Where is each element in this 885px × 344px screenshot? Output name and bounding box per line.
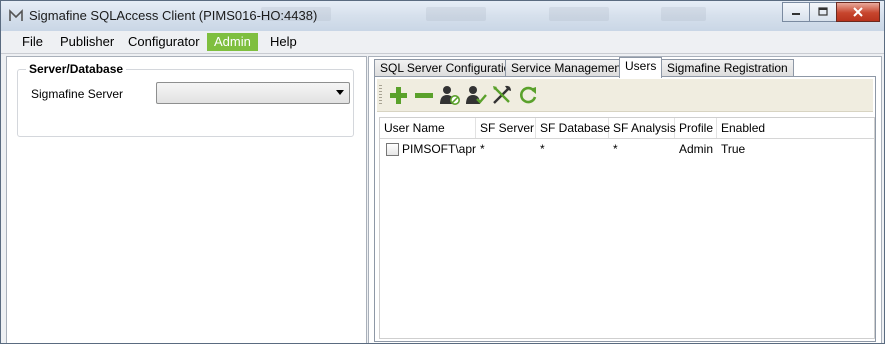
tab-users[interactable]: Users [619, 57, 663, 78]
background-ghost [426, 7, 486, 21]
chevron-down-icon[interactable] [336, 90, 344, 95]
add-user-button[interactable] [387, 84, 409, 106]
users-toolbar [377, 79, 873, 112]
close-button[interactable] [836, 2, 880, 22]
maximize-icon [818, 7, 828, 16]
tools-button[interactable] [491, 84, 513, 106]
cell-enabled: True [721, 142, 746, 156]
minimize-button[interactable] [782, 2, 810, 22]
disable-user-button[interactable] [439, 84, 461, 106]
menu-configurator[interactable]: Configurator [121, 33, 207, 51]
users-table: User Name SF Server SF Database SF Analy… [379, 117, 875, 339]
background-ghost [549, 7, 609, 21]
tab-sigmafine-registration[interactable]: Sigmafine Registration [661, 59, 794, 77]
enable-user-icon [466, 86, 487, 104]
server-database-group: Server/Database Sigmafine Server [17, 62, 354, 137]
cell-sf-database: * [540, 142, 545, 156]
toolbar-grip[interactable] [379, 85, 382, 105]
tab-service-management[interactable]: Service Management [505, 59, 631, 77]
background-ghost [661, 7, 706, 21]
column-header-sf-analysis[interactable]: SF Analysis [609, 118, 676, 138]
close-icon [853, 7, 863, 17]
column-header-sf-database[interactable]: SF Database [536, 118, 610, 138]
cell-sf-server: * [480, 142, 485, 156]
title-bar[interactable]: Sigmafine SQLAccess Client (PIMS016-HO:4… [1, 1, 884, 31]
app-window: Sigmafine SQLAccess Client (PIMS016-HO:4… [0, 0, 885, 344]
sigmafine-server-label: Sigmafine Server [31, 87, 124, 101]
cell-user-name: PIMSOFT\apra [402, 142, 476, 156]
users-tab-page: User Name SF Server SF Database SF Analy… [374, 76, 876, 342]
menu-file[interactable]: File [15, 33, 50, 51]
refresh-button[interactable] [517, 84, 539, 106]
tab-sql-server-configuration[interactable]: SQL Server Configuration [374, 59, 523, 77]
column-header-user-name[interactable]: User Name [380, 118, 476, 138]
cell-sf-analysis: * [613, 142, 618, 156]
column-header-sf-server[interactable]: SF Server [476, 118, 536, 138]
column-header-profile[interactable]: Profile [675, 118, 717, 138]
remove-user-button[interactable] [413, 84, 435, 106]
maximize-button[interactable] [809, 2, 837, 22]
menu-bar: File Publisher Configurator Admin Help [1, 31, 884, 54]
tools-icon [493, 85, 511, 104]
menu-help[interactable]: Help [263, 33, 304, 51]
cell-profile: Admin [679, 142, 714, 156]
column-header-enabled[interactable]: Enabled [717, 118, 874, 138]
add-user-icon [390, 87, 407, 104]
menu-publisher[interactable]: Publisher [53, 33, 121, 51]
sigmafine-server-dropdown[interactable] [156, 82, 350, 104]
window-title: Sigmafine SQLAccess Client (PIMS016-HO:4… [29, 8, 318, 23]
refresh-icon [520, 86, 537, 104]
server-database-panel: Server/Database Sigmafine Server [6, 56, 367, 343]
users-table-header: User Name SF Server SF Database SF Analy… [380, 118, 874, 139]
menu-admin[interactable]: Admin [207, 33, 258, 51]
app-logo-icon [9, 9, 23, 21]
table-row[interactable]: PIMSOFT\apra * * * Admin True [380, 139, 874, 159]
disable-user-icon [440, 86, 460, 105]
group-title: Server/Database [26, 62, 127, 76]
remove-user-icon [415, 93, 433, 98]
admin-panel: SQL Server Configuration Service Managem… [368, 56, 882, 343]
minimize-icon [792, 13, 800, 15]
enable-user-button[interactable] [465, 84, 487, 106]
